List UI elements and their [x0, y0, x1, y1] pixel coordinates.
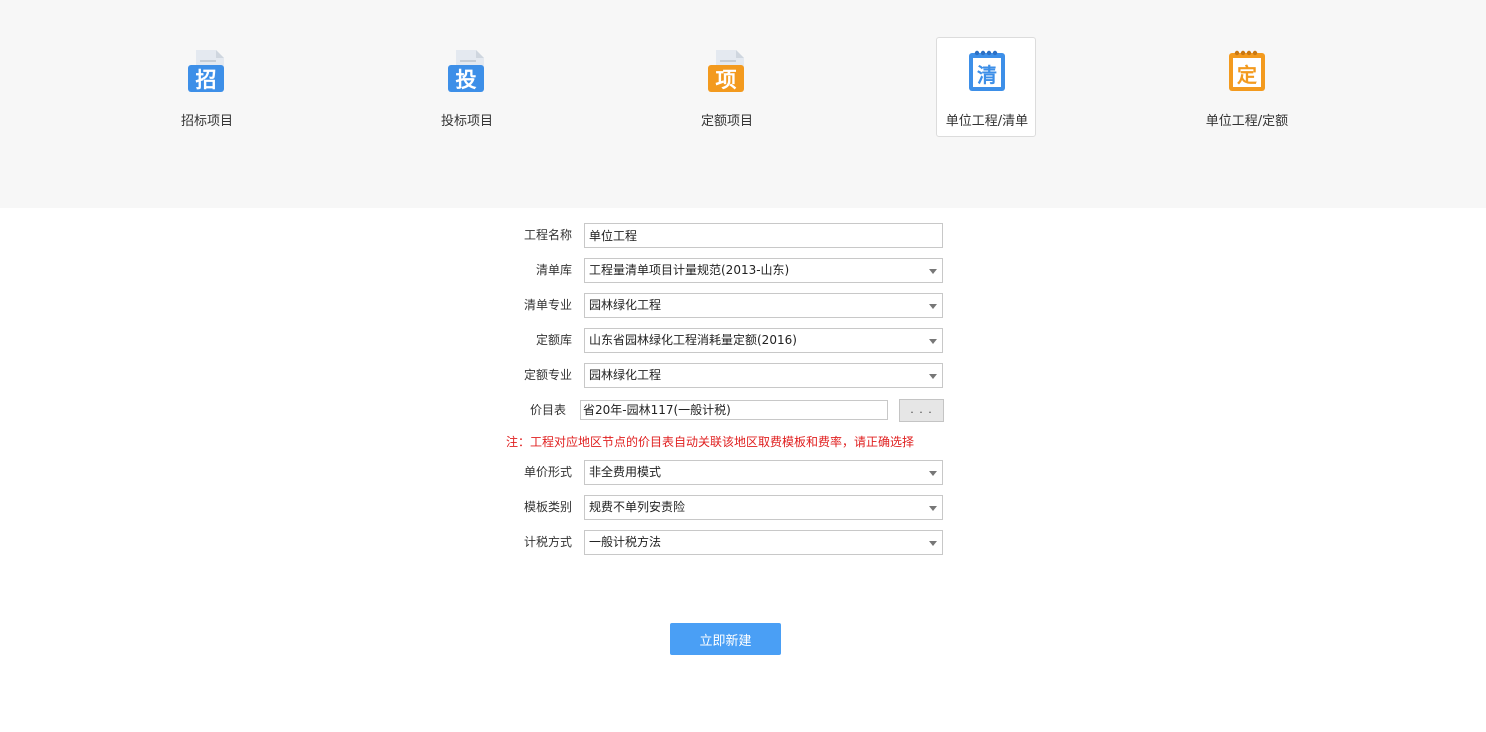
bill-specialty-select[interactable]: 园林绿化工程: [584, 293, 943, 318]
quota-glyph: 定: [1237, 63, 1257, 87]
create-now-button[interactable]: 立即新建: [670, 623, 781, 655]
bill-glyph: 清: [977, 63, 997, 87]
bill-library-value: 工程量清单项目计量规范(2013-山东): [589, 263, 790, 277]
region-note: 注：工程对应地区节点的价目表自动关联该地区取费模板和费率，请正确选择: [506, 435, 915, 449]
quota-library-select[interactable]: 山东省园林绿化工程消耗量定额(2016): [584, 328, 943, 353]
template-category-value: 规费不单列安责险: [589, 500, 686, 514]
quota-specialty-value: 园林绿化工程: [589, 368, 662, 382]
dropdown-arrow-icon: [929, 304, 937, 309]
bid-invite-glyph: 招: [196, 68, 217, 92]
project-type-quota[interactable]: 项 定额项目: [676, 37, 776, 137]
bid-submit-glyph: 投: [456, 68, 477, 92]
tax-method-value: 一般计税方法: [589, 535, 662, 549]
dropdown-arrow-icon: [929, 374, 937, 379]
dropdown-arrow-icon: [929, 471, 937, 476]
bid-submit-document-icon: 投: [448, 50, 484, 92]
unit-price-form-value: 非全费用模式: [589, 465, 662, 479]
project-type-unit-quota[interactable]: 定 单位工程/定额: [1196, 37, 1296, 137]
project-type-label: 定额项目: [700, 114, 753, 129]
template-category-select[interactable]: 规费不单列安责险: [584, 495, 943, 520]
tax-method-label: 计税方式: [523, 535, 572, 549]
project-type-bid-submit[interactable]: 投 投标项目: [416, 37, 516, 137]
quota-notebook-icon: 定: [1229, 50, 1265, 91]
tax-method-select[interactable]: 一般计税方法: [584, 530, 943, 555]
quota-library-value: 山东省园林绿化工程消耗量定额(2016): [589, 333, 797, 347]
project-name-input[interactable]: [584, 223, 943, 248]
project-name-label: 工程名称: [523, 228, 572, 242]
dropdown-arrow-icon: [929, 269, 937, 274]
bill-specialty-value: 园林绿化工程: [589, 298, 662, 312]
price-table-label: 价目表: [529, 403, 566, 417]
project-type-label: 单位工程/定额: [1205, 114, 1289, 129]
project-type-label: 单位工程/清单: [945, 114, 1029, 129]
quota-library-label: 定额库: [535, 333, 572, 347]
price-table-value: 省20年-园林117(一般计税): [583, 403, 731, 417]
dropdown-arrow-icon: [929, 541, 937, 546]
price-table-field[interactable]: 省20年-园林117(一般计税): [580, 400, 888, 420]
unit-price-form-select[interactable]: 非全费用模式: [584, 460, 943, 485]
project-type-bid-invite[interactable]: 招 招标项目: [156, 37, 256, 137]
dropdown-arrow-icon: [929, 339, 937, 344]
project-type-unit-bill[interactable]: 清 单位工程/清单: [936, 37, 1036, 137]
price-table-browse-button[interactable]: . . .: [899, 399, 944, 422]
unit-price-form-label: 单价形式: [523, 465, 572, 479]
quota-project-glyph: 项: [716, 68, 737, 92]
bill-specialty-label: 清单专业: [523, 298, 572, 312]
bid-invite-document-icon: 招: [188, 50, 224, 92]
quota-project-document-icon: 项: [708, 50, 744, 92]
bill-library-label: 清单库: [535, 263, 572, 277]
project-type-label: 投标项目: [440, 114, 493, 129]
quota-specialty-select[interactable]: 园林绿化工程: [584, 363, 943, 388]
bill-library-select[interactable]: 工程量清单项目计量规范(2013-山东): [584, 258, 943, 283]
template-category-label: 模板类别: [523, 500, 572, 514]
project-type-label: 招标项目: [180, 114, 233, 129]
bill-notebook-icon: 清: [969, 50, 1005, 91]
dropdown-arrow-icon: [929, 506, 937, 511]
quota-specialty-label: 定额专业: [523, 368, 572, 382]
